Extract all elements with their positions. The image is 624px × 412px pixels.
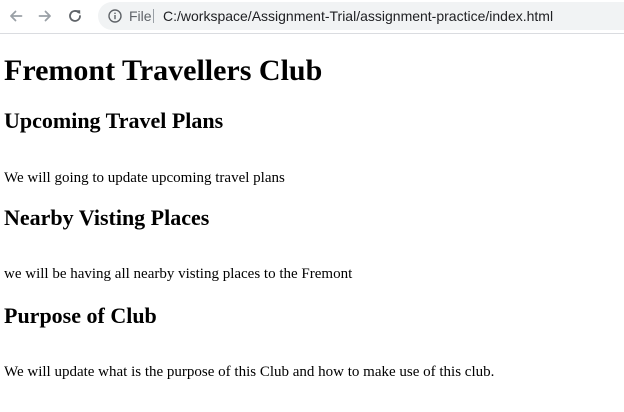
- reload-button[interactable]: [65, 6, 85, 26]
- section-text-upcoming: We will going to update upcoming travel …: [4, 170, 285, 186]
- section-text-nearby: we will be having all nearby visting pla…: [4, 266, 353, 282]
- scheme-label: File: [129, 8, 152, 24]
- arrow-left-icon: [10, 10, 23, 22]
- chip-divider: [153, 9, 154, 23]
- section-text-purpose: We will update what is the purpose of th…: [4, 364, 495, 380]
- info-icon[interactable]: [108, 9, 122, 23]
- section-heading-upcoming: Upcoming Travel Plans: [4, 108, 224, 133]
- browser-toolbar: File C:/workspace/Assignment-Trial/assig…: [0, 0, 624, 34]
- address-bar[interactable]: File C:/workspace/Assignment-Trial/assig…: [98, 2, 624, 30]
- page-title: Fremont Travellers Club: [4, 54, 323, 87]
- section-heading-nearby: Nearby Visting Places: [4, 205, 210, 230]
- section-heading-purpose: Purpose of Club: [4, 303, 157, 328]
- back-button[interactable]: [6, 6, 26, 26]
- forward-button[interactable]: [35, 6, 55, 26]
- reload-icon: [69, 10, 81, 22]
- arrow-right-icon: [38, 10, 51, 22]
- url-text[interactable]: C:/workspace/Assignment-Trial/assignment…: [163, 2, 553, 30]
- page-content: Fremont Travellers Club Upcoming Travel …: [0, 34, 624, 412]
